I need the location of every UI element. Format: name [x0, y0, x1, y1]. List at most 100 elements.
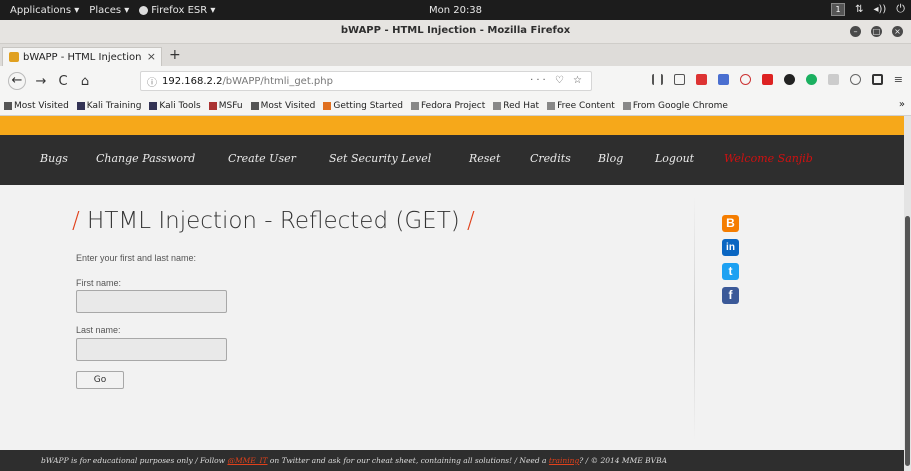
page-actions-icon[interactable]: ··· ♡ ☆	[530, 75, 585, 86]
workspace-indicator[interactable]: 1	[831, 2, 846, 16]
extension-red-icon[interactable]	[695, 74, 707, 85]
site-info-icon[interactable]: ⓘ	[147, 74, 157, 89]
extension-green-icon[interactable]	[805, 74, 817, 85]
page-scrollbar[interactable]	[904, 116, 911, 471]
bookmark-icon	[4, 101, 12, 110]
applications-menu[interactable]: Applications ▾	[10, 5, 79, 16]
menu-item-set-security-level[interactable]: Set Security Level	[329, 152, 431, 165]
places-menu[interactable]: Places ▾	[89, 5, 129, 16]
url-path: /bWAPP/htmli_get.php	[222, 75, 333, 87]
bookmark-label: Free Content	[557, 100, 615, 111]
bookmark-item[interactable]: Most Visited	[4, 101, 69, 111]
window-controls: – □ ×	[850, 26, 903, 37]
menu-item-create-user[interactable]: Create User	[228, 152, 296, 165]
forward-button[interactable]: →	[34, 74, 48, 89]
menu-hamburger-icon[interactable]: ≡	[894, 74, 903, 85]
bookmark-item[interactable]: Fedora Project	[410, 101, 485, 111]
first-name-input[interactable]	[76, 290, 227, 313]
maximize-button[interactable]: □	[871, 26, 882, 37]
bookmark-icon	[410, 101, 419, 110]
navigation-bar: ← → C ⌂ ⓘ 192.168.2.2 /bWAPP/htmli_get.p…	[0, 66, 911, 96]
bookmark-label: Kali Training	[86, 100, 142, 111]
bookmark-icon	[622, 101, 631, 110]
page-footer: bWAPP is for educational purposes only /…	[0, 450, 904, 471]
menu-item-credits[interactable]: Credits	[530, 152, 571, 165]
bookmark-item[interactable]: Free Content	[547, 101, 615, 111]
bookmarks-overflow-icon[interactable]: »	[899, 99, 905, 110]
linkedin-icon[interactable]: in	[722, 239, 739, 256]
menu-item-blog[interactable]: Blog	[598, 152, 623, 165]
bookmark-item[interactable]: Kali Training	[76, 100, 142, 111]
menu-item-reset[interactable]: Reset	[469, 152, 500, 165]
bookmark-label: MSFu	[218, 100, 243, 111]
bookmark-item[interactable]: Most Visited	[250, 101, 315, 111]
window-title-bar: bWAPP - HTML Injection - Mozilla Firefox…	[0, 20, 911, 44]
bookmark-icon	[547, 101, 556, 110]
menu-item-change-password[interactable]: Change Password	[96, 152, 195, 165]
extension-square-icon[interactable]	[761, 74, 773, 85]
twitter-icon[interactable]: t	[722, 263, 739, 280]
url-bar[interactable]: ⓘ 192.168.2.2 /bWAPP/htmli_get.php ··· ♡…	[140, 71, 592, 91]
menu-item-logout[interactable]: Logout	[655, 152, 694, 165]
library-icon[interactable]	[651, 74, 663, 85]
last-name-input[interactable]	[76, 338, 227, 361]
form-intro: Enter your first and last name:	[76, 253, 197, 263]
extension-sync-icon[interactable]	[739, 74, 751, 85]
gnome-top-bar: Applications ▾ Places ▾ Firefox ESR ▾ Mo…	[0, 0, 911, 20]
home-button[interactable]: ⌂	[78, 74, 92, 89]
menu-item-bugs[interactable]: Bugs	[40, 152, 68, 165]
extension-dark-icon[interactable]	[783, 74, 795, 85]
header-band	[0, 116, 904, 135]
extension-n-icon[interactable]	[717, 74, 729, 85]
page-title: / HTML Injection - Reflected (GET) /	[72, 208, 475, 234]
bookmark-icon	[250, 101, 259, 110]
network-icon[interactable]: ⇅	[855, 4, 863, 15]
go-button[interactable]: Go	[76, 371, 124, 389]
firefox-icon	[139, 5, 149, 15]
firefox-app-menu[interactable]: Firefox ESR ▾	[139, 5, 215, 16]
bookmark-label: Kali Tools	[159, 100, 201, 111]
footer-twitter-link[interactable]: @MME_IT	[227, 456, 267, 465]
footer-text-3: ? / © 2014 MME BVBA	[579, 456, 668, 465]
tab-close-icon[interactable]: ×	[147, 50, 156, 63]
desktop: Applications ▾ Places ▾ Firefox ESR ▾ Mo…	[0, 0, 911, 471]
back-button[interactable]: ←	[8, 72, 26, 90]
toolbar-icons: ≡	[651, 74, 903, 85]
extension-box-icon[interactable]	[871, 74, 883, 85]
bookmark-icon	[208, 101, 217, 110]
bookmark-item[interactable]: Kali Tools	[149, 100, 201, 111]
bookmark-label: Red Hat	[503, 100, 540, 111]
bookmark-icon	[323, 101, 332, 110]
close-window-button[interactable]: ×	[892, 26, 903, 37]
title-slash-left: /	[72, 208, 80, 234]
window-title: bWAPP - HTML Injection - Mozilla Firefox	[340, 25, 571, 36]
new-tab-button[interactable]: +	[169, 47, 181, 63]
footer-text-2: on Twitter and ask for our cheat sheet, …	[267, 456, 549, 465]
power-icon[interactable]: ⏻	[896, 2, 905, 16]
bookmark-icon	[76, 101, 85, 110]
main-menu: Bugs Change Password Create User Set Sec…	[0, 135, 904, 185]
blogger-icon[interactable]: B	[722, 215, 739, 232]
extension-globe-icon[interactable]	[849, 74, 861, 85]
reload-button[interactable]: C	[56, 74, 70, 89]
bookmark-icon	[493, 101, 502, 110]
bookmark-item[interactable]: MSFu	[208, 100, 243, 111]
volume-icon[interactable]: ◂))	[873, 4, 886, 15]
sidebar-divider	[694, 196, 695, 441]
bookmark-item[interactable]: From Google Chrome	[622, 101, 728, 111]
bookmark-item[interactable]: Red Hat	[493, 101, 539, 111]
bookmarks-bar: Most Visited Kali Training Kali Tools MSFu M…	[0, 96, 911, 116]
tab-bwapp[interactable]: bWAPP - HTML Injection ×	[2, 47, 162, 66]
footer-training-link[interactable]: training	[549, 456, 579, 465]
extension-stack-icon[interactable]	[827, 74, 839, 85]
title-text: HTML Injection - Reflected (GET)	[79, 208, 468, 234]
clock[interactable]: Mon 20:38	[0, 5, 911, 16]
tab-strip: bWAPP - HTML Injection × +	[0, 44, 911, 66]
bookmark-item[interactable]: Getting Started	[323, 101, 403, 111]
minimize-button[interactable]: –	[850, 26, 861, 37]
sidebar-icon[interactable]	[673, 74, 685, 85]
bookmark-label: Getting Started	[333, 100, 403, 111]
scrollbar-thumb[interactable]	[905, 216, 910, 466]
facebook-icon[interactable]: f	[722, 287, 739, 304]
welcome-user[interactable]: Welcome Sanjib	[724, 152, 813, 165]
